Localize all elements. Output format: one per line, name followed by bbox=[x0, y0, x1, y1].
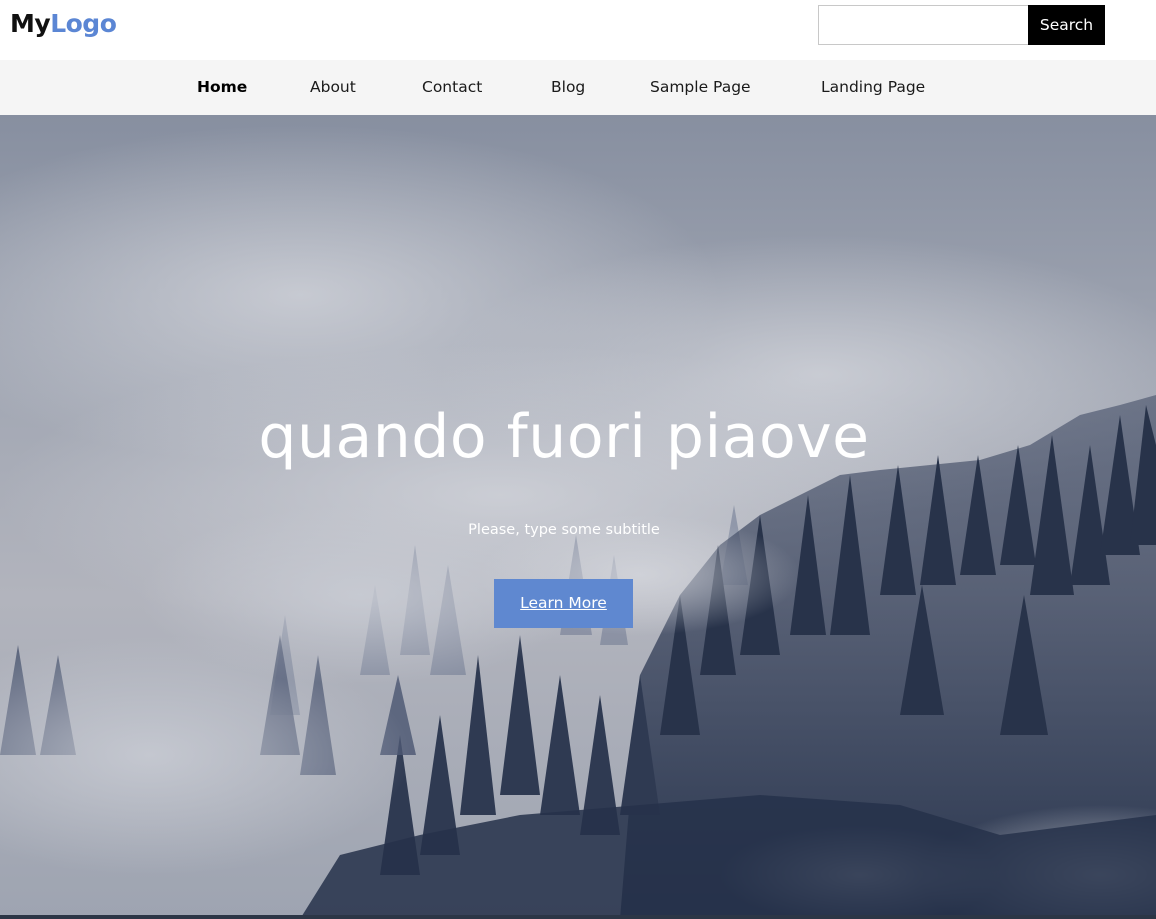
search-input[interactable] bbox=[818, 5, 1029, 45]
main-nav: Home About Contact Blog Sample Page Land… bbox=[0, 60, 1156, 115]
hero-title: quando fuori piaove bbox=[258, 402, 870, 472]
hero-subtitle: Please, type some subtitle bbox=[468, 522, 660, 538]
nav-item-home[interactable]: Home bbox=[197, 60, 247, 115]
hero-bottom-edge bbox=[0, 915, 1156, 919]
logo-text-logo: Logo bbox=[50, 9, 117, 38]
nav-item-sample-page[interactable]: Sample Page bbox=[650, 60, 751, 115]
hero-background-image bbox=[0, 115, 1156, 919]
nav-item-about[interactable]: About bbox=[310, 60, 356, 115]
hero-section: quando fuori piaove Please, type some su… bbox=[0, 115, 1156, 919]
site-header: MyLogo Search bbox=[0, 0, 1156, 60]
logo-text-my: My bbox=[10, 9, 51, 38]
nav-item-landing-page[interactable]: Landing Page bbox=[821, 60, 925, 115]
nav-item-blog[interactable]: Blog bbox=[551, 60, 585, 115]
site-logo[interactable]: MyLogo bbox=[10, 8, 117, 40]
nav-item-contact[interactable]: Contact bbox=[422, 60, 482, 115]
search-button[interactable]: Search bbox=[1028, 5, 1105, 45]
learn-more-button[interactable]: Learn More bbox=[494, 579, 633, 628]
